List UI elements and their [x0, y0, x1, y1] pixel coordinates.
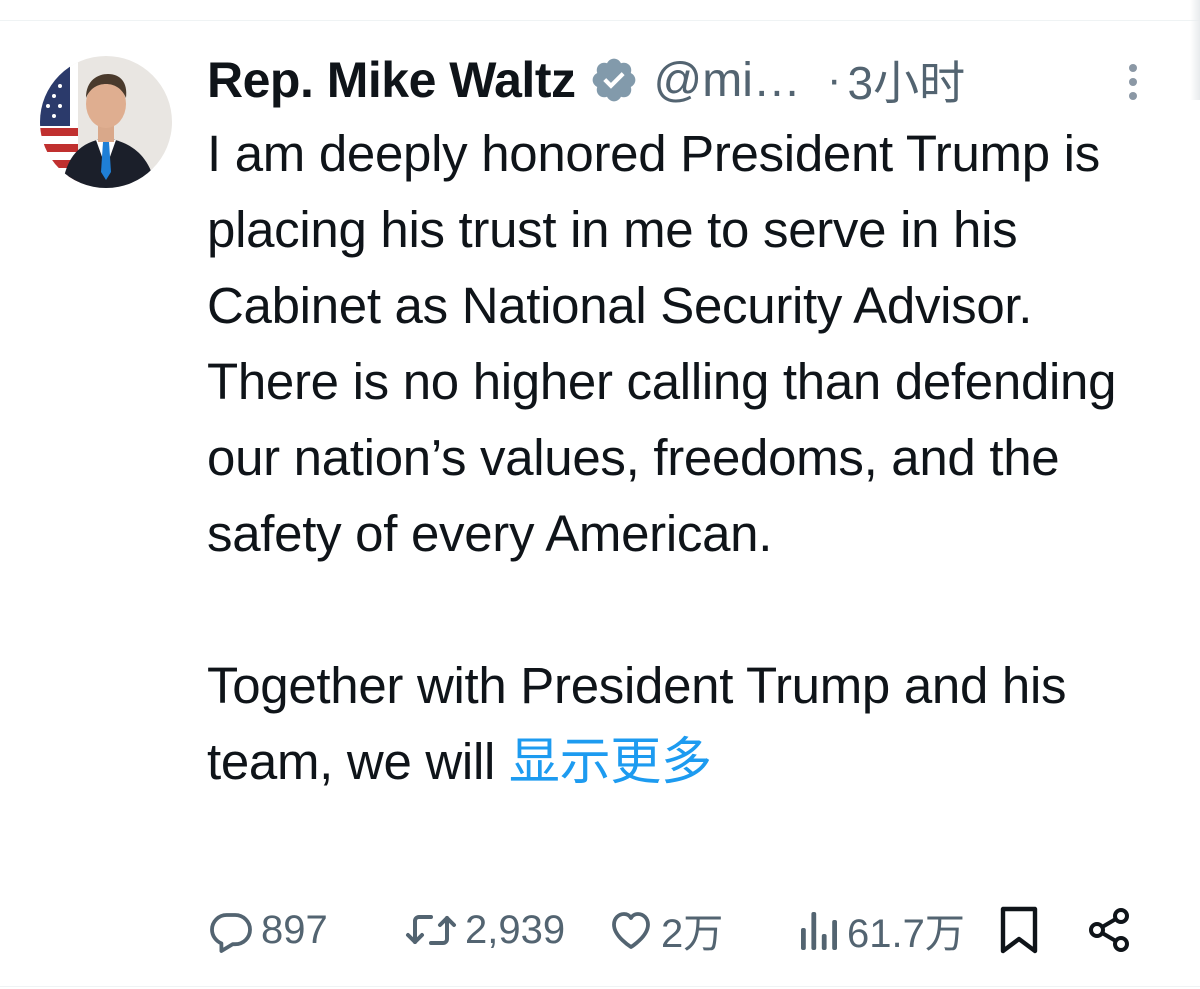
- views-icon: [801, 912, 837, 950]
- heart-icon: [612, 912, 650, 949]
- tweet-screen: Rep. Mike Waltz @mi… · 3小时 I am deeply h…: [0, 0, 1200, 989]
- share-button[interactable]: [1085, 900, 1133, 960]
- avatar[interactable]: [40, 56, 172, 188]
- tweet-paragraph-1: I am deeply honored President Trump is p…: [207, 125, 1117, 562]
- share-icon: [1089, 908, 1129, 952]
- tweet-paragraph-2: Together with President Trump and his te…: [207, 648, 1167, 800]
- bookmark-icon: [1000, 906, 1038, 954]
- author-name[interactable]: Rep. Mike Waltz: [207, 51, 576, 109]
- like-button[interactable]: 2万: [607, 900, 723, 960]
- bookmark-button[interactable]: [997, 900, 1041, 960]
- views-count: 61.7万: [847, 912, 965, 956]
- action-bar: 897 2,939 2万 61.7万: [207, 900, 1147, 960]
- tweet-header: Rep. Mike Waltz @mi… · 3小时: [207, 50, 965, 110]
- views-button[interactable]: 61.7万: [797, 900, 965, 960]
- edge-shadow: [1190, 0, 1200, 100]
- more-vertical-icon[interactable]: [1118, 58, 1148, 106]
- separator-dot: ·: [826, 55, 842, 104]
- verified-badge-icon[interactable]: [589, 55, 639, 105]
- reply-count: 897: [261, 907, 328, 952]
- repost-button[interactable]: 2,939: [403, 900, 565, 960]
- tweet-text: I am deeply honored President Trump is p…: [207, 116, 1167, 800]
- repost-icon: [406, 915, 456, 945]
- repost-count: 2,939: [465, 907, 566, 952]
- reply-icon: [210, 913, 252, 953]
- bottom-divider: [0, 986, 1200, 987]
- timestamp[interactable]: 3小时: [848, 47, 966, 113]
- avatar-photo: [40, 56, 172, 188]
- reply-button[interactable]: 897: [207, 900, 328, 960]
- author-handle[interactable]: @mi…: [653, 53, 800, 108]
- like-count: 2万: [661, 912, 724, 956]
- show-more-link[interactable]: 显示更多: [509, 733, 712, 790]
- top-divider: [0, 20, 1200, 21]
